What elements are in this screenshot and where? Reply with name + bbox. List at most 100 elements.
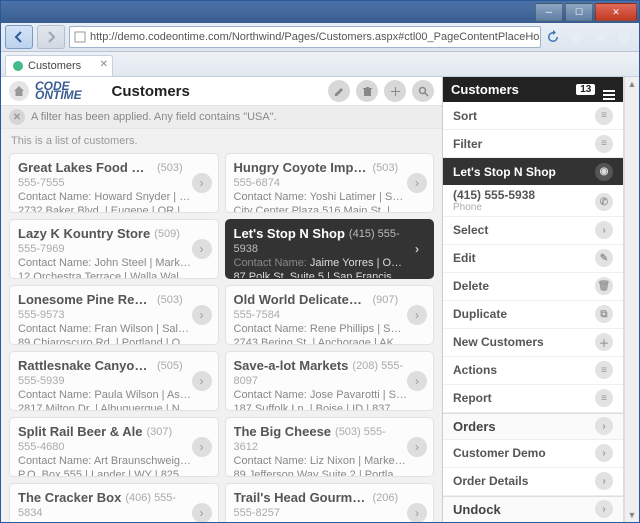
- card-address: City Center Plaza 516 Main St. | Elgin |…: [234, 204, 408, 213]
- chevron-right-icon: ›: [595, 417, 613, 435]
- card-title: Rattlesnake Canyon Gr…: [18, 359, 153, 373]
- browser-tabstrip: Customers ✕: [1, 52, 639, 77]
- card-address: 87 Polk St. Suite 5 | San Francisco | CA…: [234, 270, 408, 279]
- nav-forward-button[interactable]: [37, 25, 65, 49]
- card-contact: Contact Name: Paula Wilson | Assistant S…: [18, 388, 192, 402]
- card-address: 2817 Milton Dr. | Albuquerque | NM | 871…: [18, 402, 192, 411]
- browser-navbar: http://demo.codeontime.com/Northwind/Pag…: [1, 23, 639, 52]
- clear-filter-button[interactable]: ✕: [9, 109, 25, 125]
- card-title: The Big Cheese: [234, 425, 332, 439]
- action-new[interactable]: New Customers＋: [443, 329, 623, 357]
- address-bar[interactable]: http://demo.codeontime.com/Northwind/Pag…: [69, 26, 541, 48]
- customer-card[interactable]: The Cracker Box(406) 555-5834Contact Nam…: [9, 483, 219, 522]
- chevron-right-icon[interactable]: ›: [192, 503, 212, 522]
- chevron-right-icon[interactable]: ›: [192, 437, 212, 457]
- tab-title: Customers: [28, 60, 81, 72]
- eye-icon[interactable]: ◉: [595, 163, 613, 181]
- customer-card[interactable]: Split Rail Beer & Ale(307) 555-4680Conta…: [9, 417, 219, 477]
- card-grid: Great Lakes Food Market(503) 555-7555Con…: [1, 153, 442, 522]
- filter-row[interactable]: Filter ≡: [443, 130, 623, 158]
- chevron-right-icon[interactable]: ›: [407, 371, 427, 391]
- search-button[interactable]: [412, 80, 434, 102]
- chevron-right-icon[interactable]: ›: [407, 305, 427, 325]
- phone-icon: ✆: [595, 193, 613, 211]
- window-maximize-button[interactable]: ☐: [565, 3, 593, 21]
- customer-card[interactable]: Old World Delicatessen(907) 555-7584Cont…: [225, 285, 435, 345]
- chevron-right-icon[interactable]: ›: [407, 503, 427, 522]
- card-contact: Contact Name: Art Braunschweiger | Sales…: [18, 454, 192, 468]
- action-select[interactable]: Select›: [443, 217, 623, 245]
- chevron-right-icon[interactable]: ›: [192, 239, 212, 259]
- action-delete[interactable]: Delete🗑: [443, 273, 623, 301]
- favorites-icon[interactable]: [589, 26, 611, 48]
- arrow-left-icon: [13, 31, 25, 43]
- card-address: 12 Orchestra Terrace | Walla Walla | WA …: [18, 270, 192, 279]
- card-contact: Contact Name: Liu Wong | Marketing Assis…: [18, 520, 192, 522]
- customer-card[interactable]: Let's Stop N Shop(415) 555-5938Contact N…: [225, 219, 435, 279]
- chevron-right-icon[interactable]: ›: [407, 437, 427, 457]
- arrow-right-icon: [45, 31, 57, 43]
- chevron-right-icon[interactable]: ›: [407, 239, 427, 259]
- tools-icon[interactable]: [613, 26, 635, 48]
- home-icon[interactable]: [565, 26, 587, 48]
- chevron-right-icon[interactable]: ›: [407, 173, 427, 193]
- card-address: 89 Jefferson Way Suite 2 | Portland | OR…: [234, 468, 408, 477]
- customer-card[interactable]: Lazy K Kountry Store(509) 555-7969Contac…: [9, 219, 219, 279]
- card-title: Lazy K Kountry Store: [18, 227, 150, 241]
- selected-phone-row[interactable]: (415) 555-5938 Phone ✆: [443, 185, 623, 217]
- filter-text: A filter has been applied. Any field con…: [31, 111, 277, 123]
- logo: CODEONTIME: [35, 82, 82, 100]
- card-title: Hungry Coyote Import…: [234, 161, 369, 175]
- chevron-right-icon: ›: [595, 472, 613, 490]
- related-customer-demo[interactable]: Customer Demo›: [443, 440, 623, 468]
- customer-card[interactable]: Hungry Coyote Import…(503) 555-6874Conta…: [225, 153, 435, 213]
- undock-row[interactable]: Undock›: [443, 496, 623, 522]
- card-address: 89 Chiaroscuro Rd. | Portland | OR | 972…: [18, 336, 192, 345]
- scroll-up-icon[interactable]: ▲: [628, 79, 637, 89]
- sort-row[interactable]: Sort ≡: [443, 102, 623, 130]
- action-actions[interactable]: Actions≡: [443, 357, 623, 385]
- customer-card[interactable]: Trail's Head Gourmet P…(206) 555-8257Con…: [225, 483, 435, 522]
- edit-button[interactable]: [328, 80, 350, 102]
- tab-close-icon[interactable]: ✕: [100, 59, 108, 70]
- card-title: Save-a-lot Markets: [234, 359, 349, 373]
- card-address: 2743 Bering St. | Anchorage | AK | 99508…: [234, 336, 408, 345]
- customer-card[interactable]: Rattlesnake Canyon Gr…(505) 555-5939Cont…: [9, 351, 219, 411]
- card-contact: Contact Name: Howard Snyder | Marketing …: [18, 190, 192, 204]
- list-icon: ≡: [595, 389, 613, 407]
- customer-card[interactable]: The Big Cheese(503) 555-3612Contact Name…: [225, 417, 435, 477]
- nav-back-button[interactable]: [5, 25, 33, 49]
- card-contact: Contact Name: John Steel | Marketing Man…: [18, 256, 192, 270]
- action-duplicate[interactable]: Duplicate⧉: [443, 301, 623, 329]
- window-minimize-button[interactable]: ─: [535, 3, 563, 21]
- chevron-right-icon[interactable]: ›: [192, 173, 212, 193]
- chevron-right-icon[interactable]: ›: [192, 305, 212, 325]
- page-title: Customers: [112, 83, 190, 100]
- scrollbar[interactable]: ▲ ▼: [624, 77, 639, 522]
- chevron-right-icon[interactable]: ›: [192, 371, 212, 391]
- app-home-button[interactable]: [9, 81, 29, 101]
- action-edit[interactable]: Edit✎: [443, 245, 623, 273]
- browser-tab[interactable]: Customers ✕: [5, 55, 113, 76]
- customer-card[interactable]: Save-a-lot Markets(208) 555-8097Contact …: [225, 351, 435, 411]
- customer-card[interactable]: Great Lakes Food Market(503) 555-7555Con…: [9, 153, 219, 213]
- card-title: Split Rail Beer & Ale: [18, 425, 143, 439]
- card-address: 187 Suffolk Ln. | Boise | ID | 83720 | U…: [234, 402, 408, 411]
- search-icon: [418, 86, 429, 97]
- window-close-button[interactable]: ✕: [595, 3, 637, 21]
- refresh-icon[interactable]: [545, 29, 561, 45]
- card-contact: Contact Name: Jaime Yorres | Owner: [234, 256, 408, 270]
- undock-icon: ›: [595, 500, 613, 518]
- action-report[interactable]: Report≡: [443, 385, 623, 413]
- record-count-badge: 13: [576, 84, 595, 95]
- related-orders[interactable]: Orders›: [443, 413, 623, 440]
- delete-button[interactable]: [356, 80, 378, 102]
- related-order-details[interactable]: Order Details›: [443, 468, 623, 496]
- new-button[interactable]: [384, 80, 406, 102]
- scroll-down-icon[interactable]: ▼: [628, 510, 637, 520]
- customer-card[interactable]: Lonesome Pine Restau…(503) 555-9573Conta…: [9, 285, 219, 345]
- list-icon: ≡: [595, 361, 613, 379]
- card-contact: Contact Name: Rene Phillips | Sales Repr…: [234, 322, 408, 336]
- menu-icon[interactable]: [603, 90, 615, 100]
- trash-icon: 🗑: [595, 277, 613, 295]
